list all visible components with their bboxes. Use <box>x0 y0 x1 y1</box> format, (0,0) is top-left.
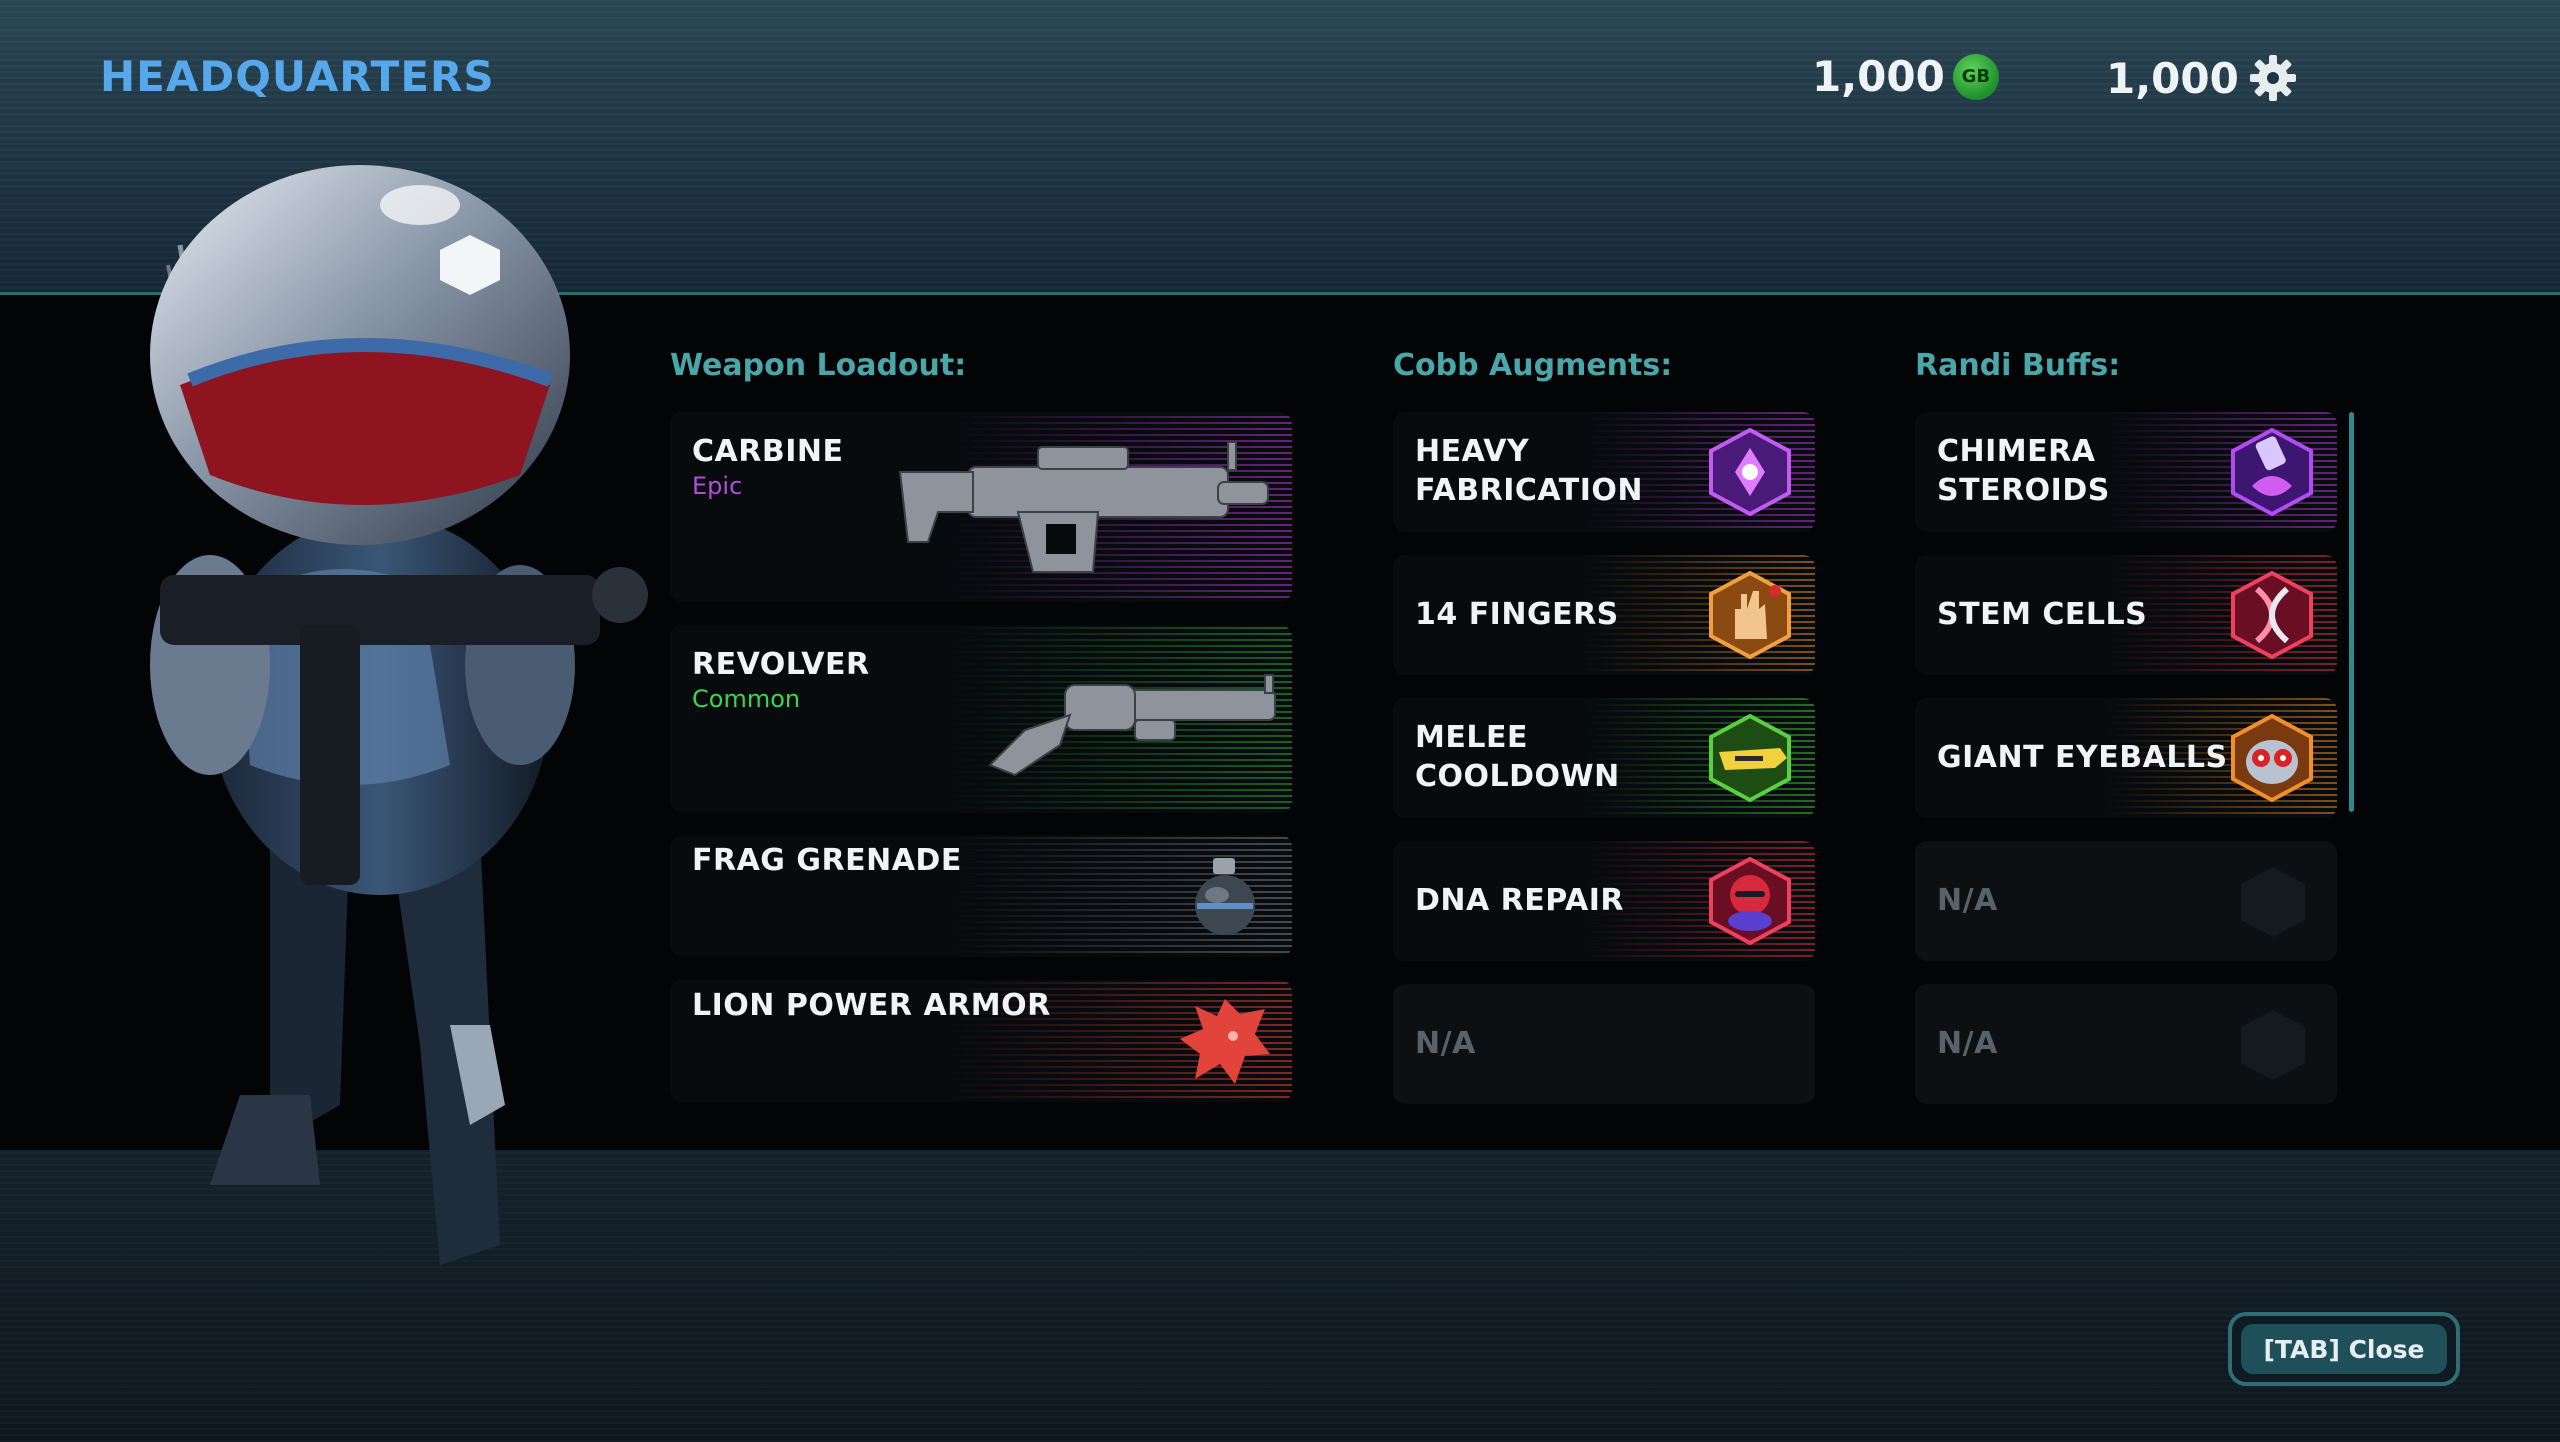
chimera-steroids-icon <box>2231 427 2313 517</box>
item-name: FRAG GRENADE <box>692 843 962 878</box>
gb-currency: 1,000 GB <box>1812 52 1999 101</box>
page-title: HEADQUARTERS <box>100 52 495 101</box>
item-name: STEM CELLS <box>1937 597 2148 632</box>
cobb-augments-header: Cobb Augments: <box>1393 348 1673 383</box>
parts-amount: 1,000 <box>2106 53 2239 103</box>
item-name: CHIMERA STEROIDS <box>1937 434 2110 508</box>
carbine-rifle-icon <box>898 441 1269 573</box>
buffs-scrollbar[interactable] <box>2349 412 2354 812</box>
gb-coin-icon: GB <box>1952 53 1999 100</box>
item-name: CARBINE <box>692 434 844 469</box>
augment-item-heavy-fabrication[interactable]: HEAVY FABRICATION <box>1393 412 1815 532</box>
item-name: LION POWER ARMOR <box>692 988 1051 1023</box>
item-name: MELEE COOLDOWN <box>1415 720 1620 794</box>
item-name: N/A <box>1937 883 1998 918</box>
buff-item-giant-eyeballs[interactable]: GIANT EYEBALLS <box>1915 698 2337 818</box>
item-name: 14 FINGERS <box>1415 597 1619 632</box>
dna-repair-icon <box>1709 856 1791 946</box>
revolver-icon <box>988 674 1276 777</box>
augment-item-dna-repair[interactable]: DNA REPAIR <box>1393 841 1815 961</box>
heavy-fabrication-icon <box>1709 427 1791 517</box>
augment-item-14-fingers[interactable]: 14 FINGERS <box>1393 555 1815 675</box>
buff-item-chimera-steroids[interactable]: CHIMERA STEROIDS <box>1915 412 2337 532</box>
gear-icon <box>2249 55 2296 101</box>
weapon-loadout-header: Weapon Loadout: <box>670 348 967 383</box>
item-rarity: Epic <box>692 472 743 500</box>
item-name: N/A <box>1415 1026 1476 1061</box>
item-name: HEAVY FABRICATION <box>1415 434 1644 508</box>
close-button-label: [TAB] Close <box>2241 1324 2447 1374</box>
frag-grenade-icon <box>1195 858 1255 935</box>
loadout-item-carbine[interactable]: CARBINE Epic <box>670 412 1292 602</box>
character-model <box>150 165 648 1265</box>
item-name: N/A <box>1937 1026 1998 1061</box>
stem-cells-icon <box>2231 570 2313 660</box>
loadout-item-frag-grenade[interactable]: FRAG GRENADE <box>670 835 1292 957</box>
empty-slot-icon <box>2241 867 2305 937</box>
loadout-item-lion-power-armor[interactable]: LION POWER ARMOR <box>670 980 1292 1102</box>
randi-buffs-header: Randi Buffs: <box>1915 348 2121 383</box>
item-name: GIANT EYEBALLS <box>1937 740 2228 775</box>
parts-currency: 1,000 <box>2106 52 2299 104</box>
melee-cooldown-icon <box>1709 713 1791 803</box>
augment-item-melee-cooldown[interactable]: MELEE COOLDOWN <box>1393 698 1815 818</box>
fourteen-fingers-icon <box>1709 570 1791 660</box>
giant-eyeballs-icon <box>2231 713 2313 803</box>
loadout-item-revolver[interactable]: REVOLVER Common <box>670 625 1292 813</box>
gb-amount: 1,000 <box>1812 52 1945 101</box>
close-button[interactable]: [TAB] Close <box>2228 1312 2460 1386</box>
item-name: DNA REPAIR <box>1415 883 1624 918</box>
buff-item-stem-cells[interactable]: STEM CELLS <box>1915 555 2337 675</box>
buff-item-empty[interactable]: N/A <box>1915 984 2337 1104</box>
item-rarity: Common <box>692 685 801 713</box>
augment-item-empty[interactable]: N/A <box>1393 984 1815 1104</box>
item-name: REVOLVER <box>692 647 870 682</box>
empty-slot-icon <box>2241 1010 2305 1080</box>
lion-head-icon <box>1180 999 1270 1084</box>
buff-item-empty[interactable]: N/A <box>1915 841 2337 961</box>
